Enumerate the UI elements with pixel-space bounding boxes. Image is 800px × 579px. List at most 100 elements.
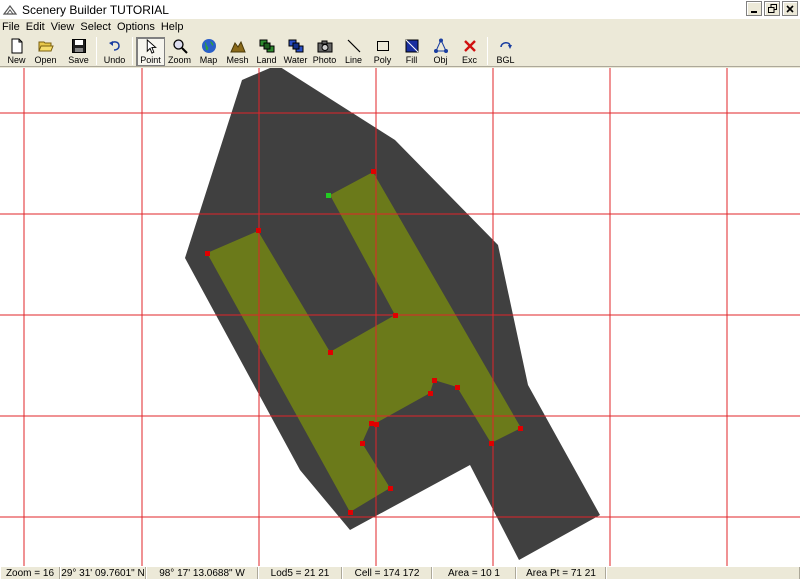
point-label: Point [140,55,161,65]
water-tool-button[interactable]: Water [281,37,310,66]
new-button[interactable]: New [2,37,31,66]
undo-button[interactable]: Undo [100,37,129,66]
magnifier-icon [172,39,188,54]
open-button[interactable]: Open [31,37,60,66]
close-button[interactable] [782,1,798,16]
poly-tool-button[interactable]: Poly [368,37,397,66]
selected-vertex[interactable] [326,193,331,198]
new-file-icon [11,38,22,54]
menu-view[interactable]: View [48,21,78,33]
land-tool-button[interactable]: Land [252,37,281,66]
scenery-canvas[interactable] [0,68,800,566]
open-folder-icon [37,41,54,52]
photo-tool-button[interactable]: Photo [310,37,339,66]
line-label: Line [344,55,362,65]
close-icon [786,4,794,13]
vertex [371,169,376,174]
status-lod5: Lod5 = 21 21 [258,567,342,579]
vertex [393,313,398,318]
status-latitude: 29° 31' 09.7601" N [60,567,146,579]
toolbar-separator [487,37,488,65]
object-nodes-icon [433,38,448,53]
vertex [256,228,261,233]
vertex [205,251,210,256]
new-label: New [7,55,26,65]
menu-file[interactable]: File [0,21,23,33]
mesh-tool-button[interactable]: Mesh [223,37,252,66]
app-window: Scenery Builder TUTORIAL File Edit View … [0,0,800,579]
undo-arrow-icon [108,41,120,51]
exc-tool-button[interactable]: Exc [455,37,484,66]
zoom-label: Zoom [167,55,191,65]
water-label: Water [283,55,308,65]
vertex [489,441,494,446]
window-title: Scenery Builder TUTORIAL [22,2,169,17]
bgl-compile-button[interactable]: BGL [491,37,520,66]
line-icon [347,39,360,53]
status-area: Area = 10 1 [432,567,516,579]
line-tool-button[interactable]: Line [339,37,368,66]
exc-label: Exc [461,55,477,65]
obj-tool-button[interactable]: Obj [426,37,455,66]
obj-label: Obj [433,55,448,65]
vertex [432,378,437,383]
undo-label: Undo [103,55,126,65]
menu-edit[interactable]: Edit [23,21,48,33]
status-empty [606,567,800,579]
vertex [518,426,523,431]
vertex [388,486,393,491]
vertex [348,510,353,515]
land-tiles-icon [259,39,274,53]
status-bar: Zoom = 16 29° 31' 09.7601" N 98° 17' 13.… [0,566,800,579]
minimize-button[interactable] [746,1,762,16]
fill-icon [405,39,418,53]
status-longitude: 98° 17' 13.0688" W [146,567,258,579]
pointer-arrow-icon [146,39,157,54]
map-drawing[interactable] [0,68,800,566]
camera-icon [317,40,332,53]
app-icon [2,4,18,15]
water-tiles-icon [288,39,303,53]
toolbar: New Open Save Undo Point Zoom Map Mesh L… [0,35,800,67]
vertex [455,385,460,390]
toolbar-separator [96,37,97,65]
status-cell: Cell = 174 172 [342,567,432,579]
window-controls [746,1,798,16]
minimize-icon [751,10,757,13]
save-label: Save [68,55,89,65]
zoom-tool-button[interactable]: Zoom [165,37,194,66]
mountain-mesh-icon [229,40,246,53]
vertex [428,391,433,396]
compile-arrow-icon [499,42,512,49]
point-tool-button[interactable]: Point [136,37,165,66]
fill-tool-button[interactable]: Fill [397,37,426,66]
photo-label: Photo [312,55,337,65]
map-label: Map [199,55,218,65]
menu-help[interactable]: Help [158,21,187,33]
fill-label: Fill [405,55,418,65]
save-disk-icon [71,39,86,53]
vertex [374,422,379,427]
vertex [369,421,374,426]
menu-select[interactable]: Select [77,21,114,33]
menu-bar: File Edit View Select Options Help [0,19,800,35]
menu-options[interactable]: Options [114,21,158,33]
vertex [360,441,365,446]
restore-button[interactable] [764,1,780,16]
open-label: Open [34,55,57,65]
poly-label: Poly [373,55,392,65]
land-label: Land [256,55,277,65]
bgl-label: BGL [496,55,515,65]
restore-icon [767,4,777,13]
status-zoom: Zoom = 16 [0,567,60,579]
exclusion-x-icon [463,40,476,52]
vertex [328,350,333,355]
title-bar: Scenery Builder TUTORIAL [0,0,800,19]
globe-icon [201,39,216,53]
status-area-point: Area Pt = 71 21 [516,567,606,579]
toolbar-separator [132,37,133,65]
mesh-label: Mesh [226,55,249,65]
polygon-icon [376,41,389,51]
map-tool-button[interactable]: Map [194,37,223,66]
save-button[interactable]: Save [64,37,93,66]
